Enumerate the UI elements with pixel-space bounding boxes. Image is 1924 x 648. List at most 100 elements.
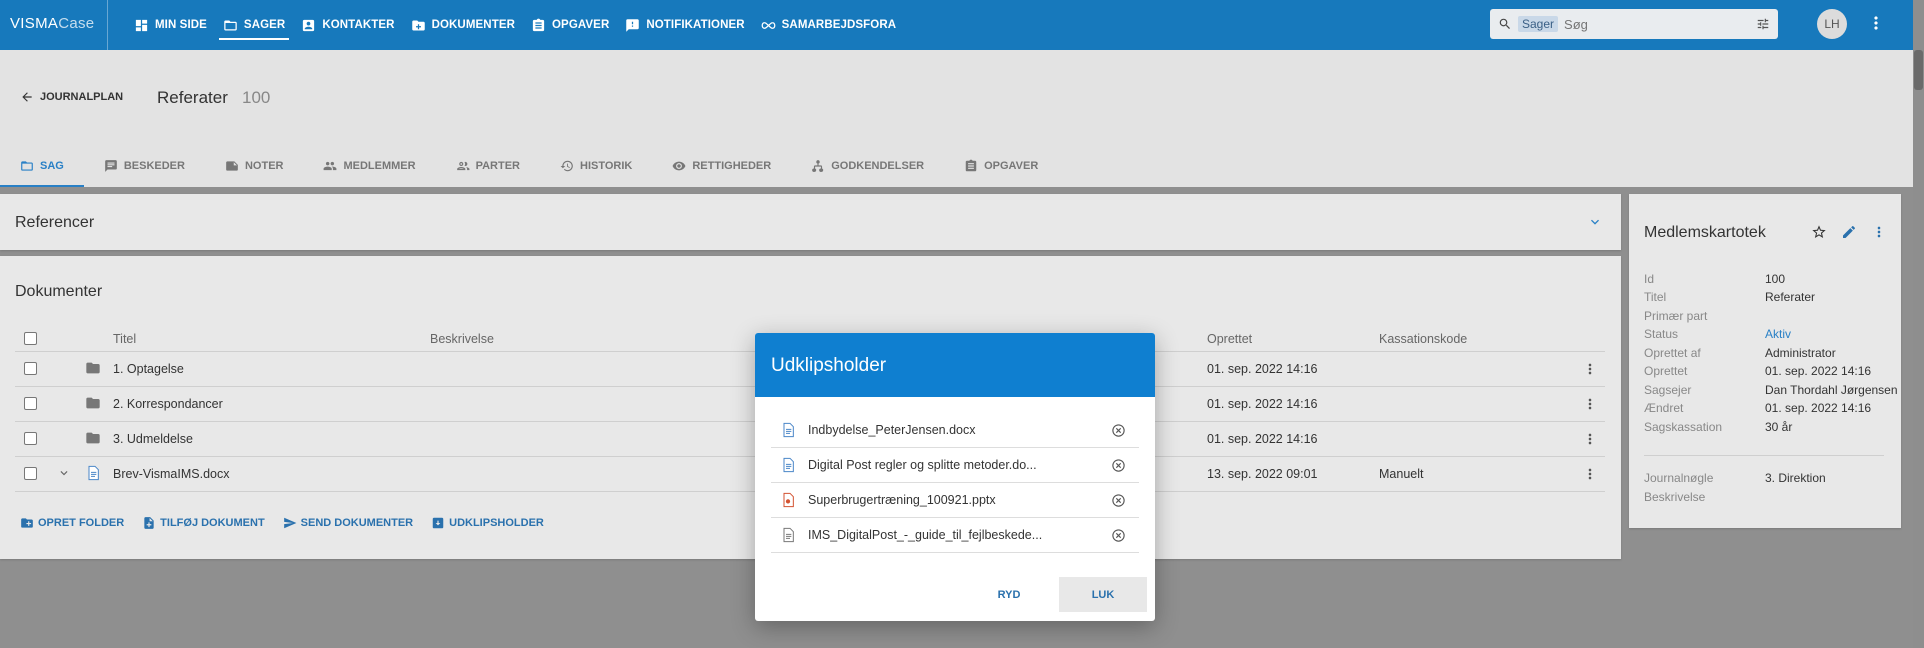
more-vert-icon[interactable] [1582, 361, 1598, 377]
close-button[interactable]: LUK [1059, 577, 1147, 612]
row-checkbox[interactable] [24, 397, 37, 410]
history-icon [560, 160, 573, 172]
divider [107, 0, 108, 50]
row-created: 01. sep. 2022 14:16 [1207, 362, 1318, 376]
clipboard-button[interactable]: UDKLIPSHOLDER [431, 516, 544, 530]
field-description-label: Beskrivelse [1644, 490, 1706, 504]
nav-notifikationer[interactable]: NOTIFIKATIONER [623, 0, 746, 50]
more-vert-icon[interactable] [1582, 396, 1598, 412]
nav-sager[interactable]: SAGER [218, 0, 290, 50]
more-vert-icon[interactable] [1871, 224, 1887, 240]
powerpoint-document-icon [783, 492, 794, 508]
tab-noter[interactable]: NOTER [205, 145, 304, 187]
tab-historik[interactable]: HISTORIK [540, 145, 652, 187]
row-disposal-code: Manuelt [1379, 467, 1424, 481]
page-scrollbar[interactable] [1913, 0, 1924, 648]
edit-icon[interactable] [1841, 224, 1857, 240]
back-to-journalplan[interactable]: JOURNALPLAN [20, 90, 123, 104]
column-created[interactable]: Oprettet [1207, 332, 1252, 346]
folder-icon [86, 432, 100, 444]
case-tabs: SAG BESKEDER NOTER MEDLEMMER PARTER HIST… [0, 145, 1058, 187]
star-icon[interactable] [1811, 224, 1827, 240]
nav-opgaver[interactable]: OPGAVER [529, 0, 611, 50]
dashboard-icon [135, 19, 148, 31]
field-owner-value: Dan Thordahl Jørgensen [1765, 383, 1898, 397]
column-title[interactable]: Titel [113, 332, 136, 346]
notification-icon [626, 18, 640, 32]
row-title[interactable]: 2. Korrespondancer [113, 397, 223, 411]
remove-circle-icon[interactable] [1111, 493, 1126, 508]
row-title[interactable]: Brev-VismaIMS.docx [113, 467, 229, 481]
references-panel[interactable]: Referencer [0, 194, 1621, 250]
search-scope-chip[interactable]: Sager [1518, 16, 1559, 32]
link-icon [761, 21, 776, 29]
top-app-bar: VISMACase MIN SIDE SAGER KONTAKTER DOKUM… [0, 0, 1924, 50]
tab-medlemmer[interactable]: MEDLEMMER [303, 145, 435, 187]
row-checkbox[interactable] [24, 362, 37, 375]
visma-case-logo[interactable]: VISMACase [10, 15, 94, 32]
remove-circle-icon[interactable] [1111, 423, 1126, 438]
chevron-down-icon[interactable] [57, 466, 71, 480]
folder-icon [21, 161, 33, 171]
clipboard-dialog: Udklipsholder Indbydelse_PeterJensen.doc… [755, 333, 1155, 621]
folder-icon [86, 362, 100, 374]
references-title: Referencer [15, 214, 95, 231]
tab-beskeder[interactable]: BESKEDER [84, 145, 205, 187]
field-owner-label: Sagsejer [1644, 383, 1692, 397]
filter-settings-icon[interactable] [1756, 17, 1770, 31]
nav-samarbejdsfora[interactable]: SAMARBEJDSFORA [759, 0, 899, 50]
documents-title: Dokumenter [15, 283, 103, 300]
row-created: 01. sep. 2022 14:16 [1207, 397, 1318, 411]
text-document-icon [783, 527, 794, 543]
row-title[interactable]: 1. Optagelse [113, 362, 184, 376]
case-number: 100 [242, 88, 271, 107]
folder-icon [224, 20, 237, 30]
nav-min-side[interactable]: MIN SIDE [132, 0, 209, 50]
tab-parter[interactable]: PARTER [436, 145, 540, 187]
eye-icon [672, 161, 686, 171]
chevron-down-icon[interactable] [1587, 214, 1603, 230]
clipboard-item[interactable]: Superbrugertræning_100921.pptx [771, 483, 1139, 518]
nav-dokumenter[interactable]: DOKUMENTER [409, 0, 517, 50]
send-documents-button[interactable]: SEND DOKUMENTER [283, 516, 413, 530]
tab-godkendelser[interactable]: GODKENDELSER [791, 145, 944, 187]
select-all-checkbox[interactable] [24, 332, 37, 345]
search-input[interactable] [1564, 16, 1745, 32]
nav-kontakter[interactable]: KONTAKTER [299, 0, 396, 50]
note-icon [226, 161, 238, 171]
row-checkbox[interactable] [24, 432, 37, 445]
remove-circle-icon[interactable] [1111, 528, 1126, 543]
search-icon [1499, 18, 1510, 29]
add-document-button[interactable]: TILFØJ DOKUMENT [142, 516, 265, 530]
column-disposal-code[interactable]: Kassationskode [1379, 332, 1467, 346]
row-created: 01. sep. 2022 14:16 [1207, 432, 1318, 446]
scrollbar-thumb[interactable] [1914, 50, 1923, 90]
create-folder-button[interactable]: OPRET FOLDER [20, 516, 124, 530]
column-description[interactable]: Beskrivelse [430, 332, 494, 346]
more-vert-icon[interactable] [1866, 13, 1886, 33]
clear-button[interactable]: RYD [975, 577, 1043, 612]
clipboard-box-icon [432, 517, 444, 529]
row-title[interactable]: 3. Udmeldelse [113, 432, 193, 446]
tab-rettigheder[interactable]: RETTIGHEDER [652, 145, 791, 187]
clipboard-item[interactable]: Digital Post regler og splitte metoder.d… [771, 448, 1139, 483]
user-avatar[interactable]: LH [1817, 9, 1847, 39]
clipboard-item[interactable]: IMS_DigitalPost_-_guide_til_fejlbeskede.… [771, 518, 1139, 553]
search-bar: Sager [1490, 9, 1778, 39]
field-created-value: 01. sep. 2022 14:16 [1765, 364, 1872, 378]
field-status-value[interactable]: Aktiv [1765, 327, 1791, 341]
add-folder-icon [21, 518, 33, 528]
field-created-by-label: Oprettet af [1644, 346, 1701, 360]
clipboard-item[interactable]: Indbydelse_PeterJensen.docx [771, 413, 1139, 448]
row-checkbox[interactable] [24, 467, 37, 480]
more-vert-icon[interactable] [1582, 466, 1598, 482]
divider [1644, 455, 1884, 456]
tab-opgaver[interactable]: OPGAVER [944, 145, 1058, 187]
tab-sag[interactable]: SAG [0, 145, 84, 187]
remove-circle-icon[interactable] [1111, 458, 1126, 473]
field-journal-key-label: Journalnøgle [1644, 471, 1714, 485]
row-created: 13. sep. 2022 09:01 [1207, 467, 1318, 481]
more-vert-icon[interactable] [1582, 431, 1598, 447]
side-panel-tools [1811, 224, 1887, 240]
side-panel-title: Medlemskartotek [1644, 224, 1766, 241]
